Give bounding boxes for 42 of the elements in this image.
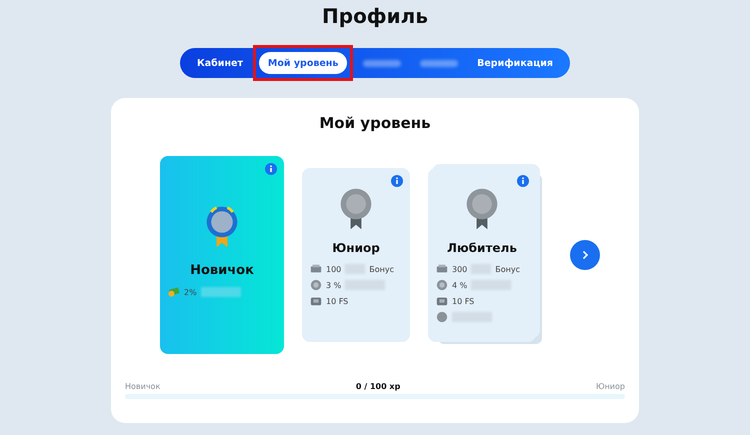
info-icon[interactable] (517, 175, 529, 187)
level-card[interactable]: Юниор 100 Бонус 3 % 10 FS (302, 168, 410, 342)
reward-value: 10 FS (452, 296, 474, 306)
tab[interactable]: Мой уровень (258, 52, 348, 74)
chevron-right-icon (580, 250, 590, 260)
blurred-text (200, 287, 241, 297)
tab[interactable]: Верификация (468, 52, 562, 74)
cash-icon (168, 286, 180, 298)
level-name: Новичок (190, 263, 254, 278)
tab[interactable]: Кабинет (188, 52, 252, 74)
reward-icon (310, 295, 322, 307)
level-card[interactable]: Любитель 300 Бонус 4 % 10 FS (428, 168, 536, 342)
reward-icon (436, 295, 448, 307)
reward-value: 100 (326, 264, 342, 274)
reward-value: 3 % (326, 280, 342, 290)
reward-label: Бонус (369, 264, 394, 274)
blurred-text (420, 60, 458, 66)
level-card[interactable]: Новичок 2% (160, 156, 284, 354)
info-icon[interactable] (265, 163, 277, 175)
level-name: Любитель (447, 241, 517, 255)
page-title: Профиль (322, 4, 428, 30)
blurred-text (363, 60, 402, 66)
progress-start-label: Новичок (125, 382, 160, 391)
panel-title: Мой уровень (319, 114, 431, 132)
reward-icon (436, 311, 448, 323)
reward-value: 2% (184, 288, 197, 296)
next-button[interactable] (570, 240, 600, 270)
info-icon[interactable] (391, 175, 403, 187)
reward-value: 10 FS (326, 296, 348, 306)
medal-icon (464, 186, 500, 231)
reward-label: Бонус (495, 264, 520, 274)
reward-icon (310, 279, 322, 291)
reward-icon (310, 263, 322, 275)
level-name: Юниор (332, 241, 380, 255)
medal-icon (338, 186, 374, 231)
reward-value: 4 % (452, 280, 468, 290)
reward-icon (436, 263, 448, 275)
medal-icon (204, 204, 240, 249)
progress-reading: 0 / 100 xp (356, 382, 400, 391)
reward-value: 300 (452, 264, 468, 274)
progress-end-label: Юниор (596, 382, 625, 391)
reward-icon (436, 279, 448, 291)
